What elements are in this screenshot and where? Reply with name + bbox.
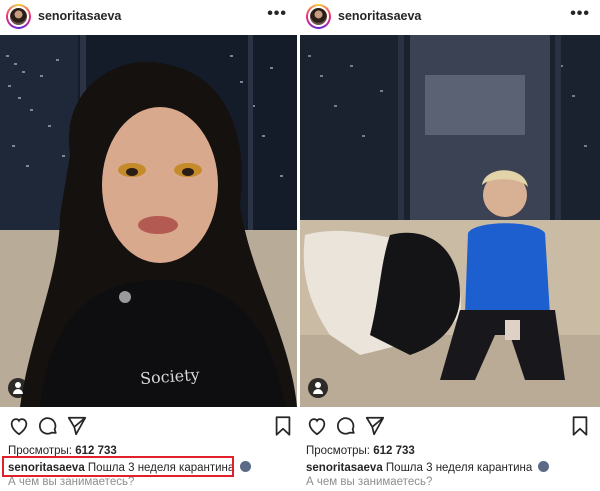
caption-question: А чем вы занимаетесь? bbox=[8, 476, 135, 488]
heart-icon[interactable] bbox=[306, 415, 328, 437]
more-horizontal-icon[interactable]: ••• bbox=[570, 5, 590, 23]
crystal-ball-emoji-icon bbox=[537, 461, 549, 472]
audio-toggle-icon[interactable] bbox=[308, 378, 328, 398]
video-frame bbox=[0, 35, 297, 407]
caption-text: Пошла 3 неделя карантина bbox=[382, 462, 533, 474]
action-bar bbox=[300, 415, 600, 439]
username[interactable]: senoritasaeva bbox=[338, 9, 421, 23]
crystal-ball-emoji-icon bbox=[239, 461, 251, 472]
share-icon[interactable] bbox=[364, 415, 386, 437]
share-icon[interactable] bbox=[66, 415, 88, 437]
views-count: Просмотры: 612 733 bbox=[306, 445, 415, 457]
post-header: senoritasaeva ••• bbox=[0, 0, 297, 34]
bookmark-icon[interactable] bbox=[569, 415, 591, 437]
views-label: Просмотры: bbox=[306, 445, 370, 457]
comment-icon[interactable] bbox=[335, 415, 357, 437]
post-right: senoritasaeva ••• Просмотры: 612 733 sen… bbox=[300, 0, 600, 491]
bookmark-icon[interactable] bbox=[272, 415, 294, 437]
action-bar bbox=[0, 415, 297, 439]
post-left: senoritasaeva ••• Society Просмотры: 612… bbox=[0, 0, 297, 491]
avatar[interactable] bbox=[306, 4, 331, 29]
caption: senoritasaeva Пошла 3 неделя карантина bbox=[306, 461, 549, 474]
caption-username[interactable]: senoritasaeva bbox=[306, 462, 383, 474]
video[interactable] bbox=[300, 35, 600, 407]
username[interactable]: senoritasaeva bbox=[38, 9, 121, 23]
screenshot: senoritasaeva ••• Society Просмотры: 612… bbox=[0, 0, 600, 491]
video[interactable]: Society bbox=[0, 35, 297, 407]
more-horizontal-icon[interactable]: ••• bbox=[267, 5, 287, 23]
highlight-box bbox=[2, 456, 234, 477]
comment-icon[interactable] bbox=[37, 415, 59, 437]
caption-question: А чем вы занимаетесь? bbox=[306, 476, 433, 488]
avatar[interactable] bbox=[6, 4, 31, 29]
heart-icon[interactable] bbox=[8, 415, 30, 437]
views-number: 612 733 bbox=[373, 445, 415, 457]
audio-toggle-icon[interactable] bbox=[8, 378, 28, 398]
post-header: senoritasaeva ••• bbox=[300, 0, 600, 34]
video-frame bbox=[300, 35, 600, 407]
